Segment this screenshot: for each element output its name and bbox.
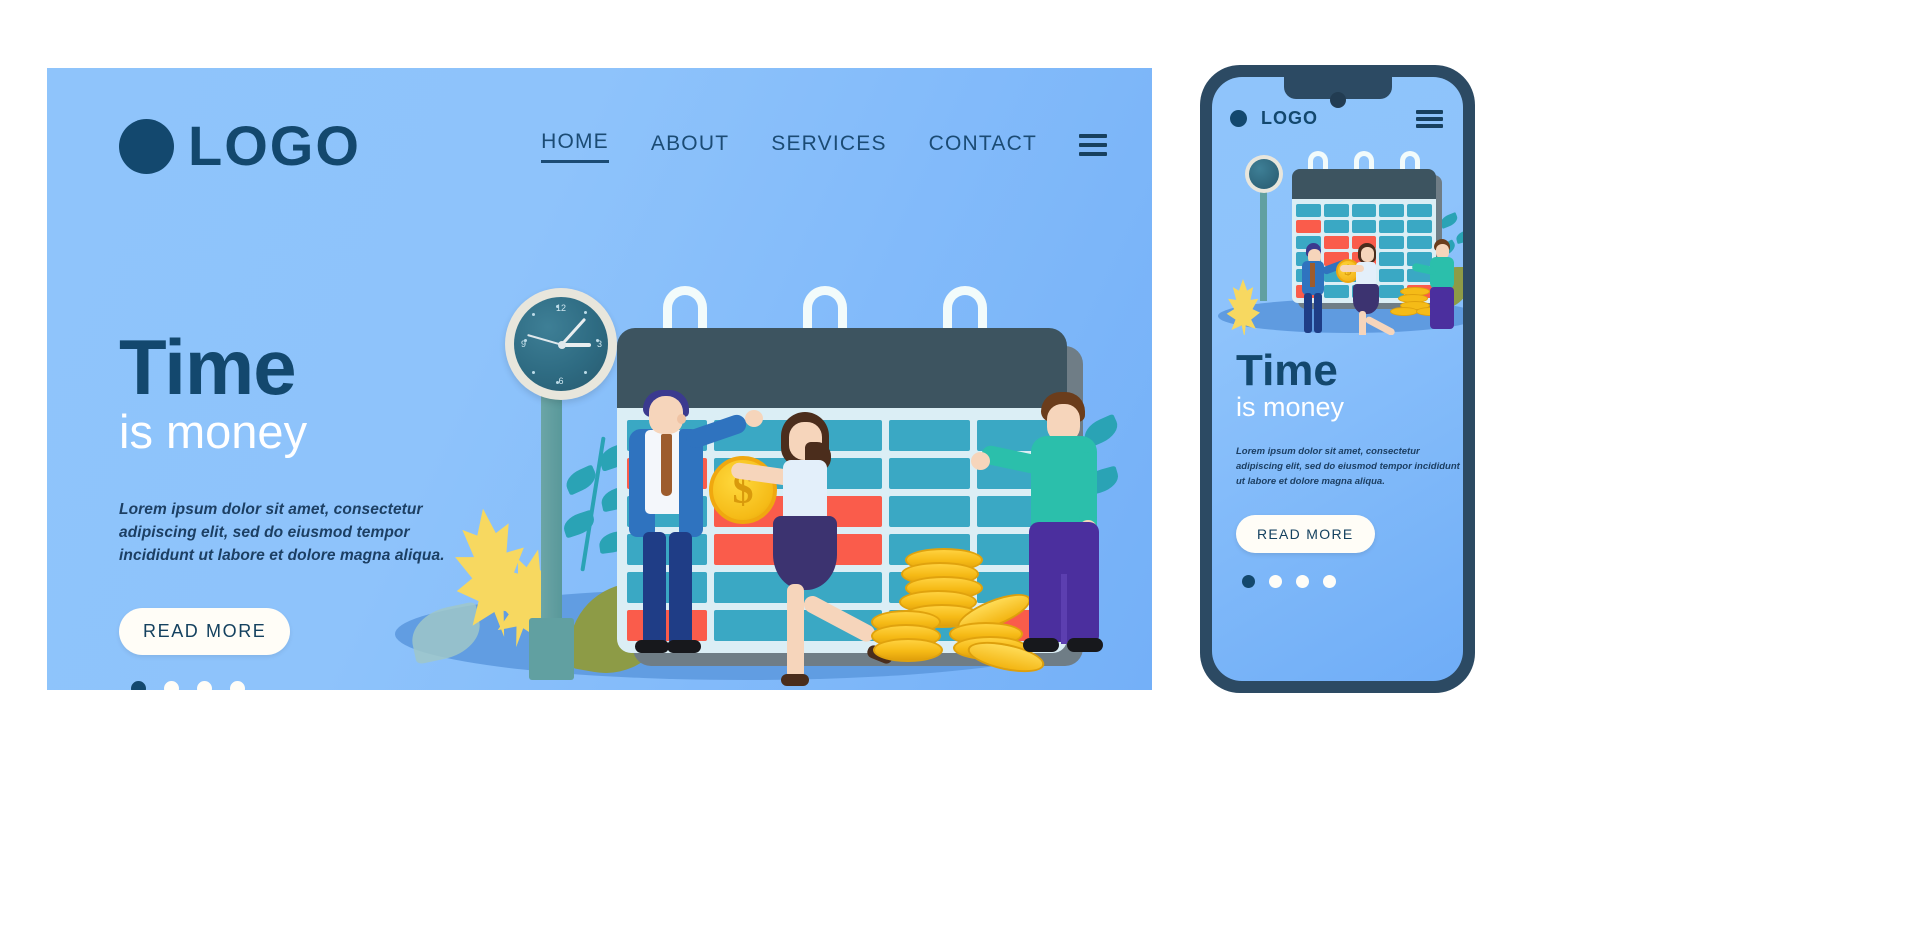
logo-text: LOGO bbox=[188, 114, 361, 177]
carousel-dot-1[interactable] bbox=[131, 680, 146, 690]
carousel-dot-3[interactable] bbox=[197, 680, 212, 690]
clock-face: 12 3 6 9 bbox=[514, 297, 608, 391]
character-businessman bbox=[627, 390, 767, 658]
mobile-carousel-dot-3[interactable] bbox=[1296, 575, 1309, 589]
mobile-hero-paragraph: Lorem ipsum dolor sit amet, consectetur … bbox=[1236, 446, 1460, 487]
mobile-hamburger-menu-icon[interactable] bbox=[1416, 110, 1443, 128]
desktop-header: LOGO HOME ABOUT SERVICES CONTACT bbox=[47, 68, 1152, 198]
mobile-carousel-dots bbox=[1236, 575, 1463, 589]
desktop-logo[interactable]: LOGO bbox=[119, 118, 361, 174]
carousel-dot-4[interactable] bbox=[230, 680, 245, 690]
clock-base bbox=[529, 618, 574, 680]
mobile-logo[interactable]: LOGO bbox=[1230, 109, 1318, 127]
clock-center-pin bbox=[558, 341, 566, 349]
nav-item-about[interactable]: ABOUT bbox=[651, 132, 729, 162]
mobile-page-subtitle: is money bbox=[1236, 392, 1345, 423]
nav-item-contact[interactable]: CONTACT bbox=[929, 132, 1037, 162]
calendar-cell bbox=[1407, 204, 1432, 218]
calendar-cell bbox=[1351, 220, 1377, 234]
mobile-carousel-dot-2[interactable] bbox=[1269, 575, 1282, 589]
mobile-read-more-button[interactable]: READ MORE bbox=[1236, 515, 1375, 554]
mobile-character-woman bbox=[1340, 243, 1396, 335]
desktop-navigation: HOME ABOUT SERVICES CONTACT bbox=[541, 130, 1107, 163]
mobile-screen: LOGO Time is money Lorem ipsum dolor sit… bbox=[1212, 77, 1463, 681]
circle-logo-mark-icon bbox=[1230, 109, 1247, 127]
desktop-landing-panel: LOGO HOME ABOUT SERVICES CONTACT Time is… bbox=[47, 68, 1152, 690]
mobile-clock-pole bbox=[1260, 181, 1267, 301]
hamburger-menu-icon[interactable] bbox=[1079, 133, 1107, 156]
mobile-hero-illustration: $ bbox=[1212, 147, 1463, 335]
nav-item-services[interactable]: SERVICES bbox=[771, 132, 886, 162]
carousel-dot-2[interactable] bbox=[164, 680, 179, 690]
calendar-cell bbox=[1296, 204, 1321, 218]
calendar-cell bbox=[1379, 220, 1405, 234]
calendar-cell bbox=[1351, 204, 1377, 218]
character-man-teal bbox=[971, 392, 1152, 656]
clock-numeral-6: 6 bbox=[558, 376, 564, 386]
calendar-cell bbox=[1323, 220, 1349, 234]
screenshot-root: LOGO HOME ABOUT SERVICES CONTACT Time is… bbox=[0, 0, 1920, 928]
coin-pile bbox=[871, 548, 1051, 678]
circle-logo-mark-icon bbox=[119, 118, 174, 174]
calendar-cell bbox=[1379, 204, 1405, 218]
clock-second-hand bbox=[527, 334, 562, 346]
phone-notch bbox=[1283, 77, 1392, 108]
mobile-character-businessman bbox=[1298, 243, 1349, 333]
mobile-logo-text: LOGO bbox=[1261, 108, 1318, 128]
wall-clock-icon: 12 3 6 9 bbox=[505, 288, 617, 400]
mobile-character-man-teal bbox=[1411, 239, 1463, 329]
phone-camera-icon bbox=[1329, 92, 1346, 108]
read-more-button[interactable]: READ MORE bbox=[119, 607, 291, 655]
nav-item-home[interactable]: HOME bbox=[541, 130, 609, 163]
calendar-cell bbox=[1323, 204, 1349, 218]
mobile-page-title: Time bbox=[1236, 346, 1338, 395]
mobile-carousel-dot-4[interactable] bbox=[1323, 575, 1336, 589]
mobile-wall-clock-icon bbox=[1245, 155, 1283, 193]
hero-illustration: 12 3 6 9 $ bbox=[377, 188, 1152, 690]
mobile-carousel-dot-1[interactable] bbox=[1242, 575, 1255, 589]
calendar-cell bbox=[1296, 220, 1321, 234]
calendar-cell bbox=[1407, 220, 1432, 234]
mobile-hero-copy: Time is money Lorem ipsum dolor sit amet… bbox=[1236, 346, 1463, 589]
mobile-device-mockup: LOGO Time is money Lorem ipsum dolor sit… bbox=[1200, 65, 1475, 693]
